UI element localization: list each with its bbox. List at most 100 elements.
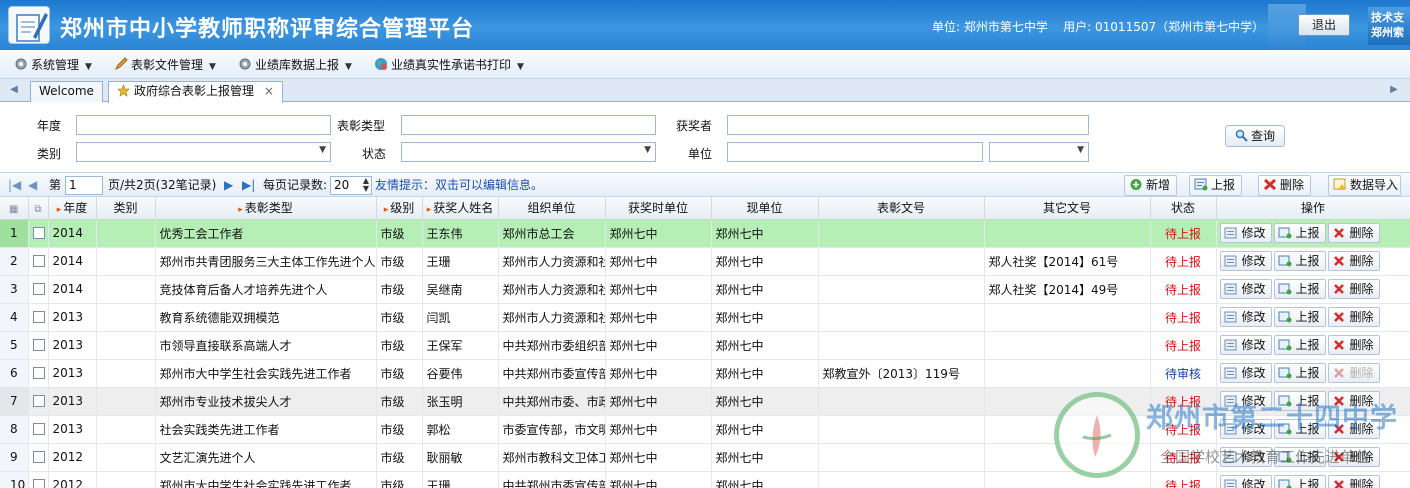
row-checkbox[interactable] bbox=[32, 227, 45, 239]
delete-button[interactable]: 删除 bbox=[1327, 475, 1380, 488]
delete-button[interactable]: 删除 bbox=[1327, 447, 1380, 467]
prev-page-icon[interactable]: ◀ bbox=[28, 177, 37, 193]
report-button[interactable]: 上报 bbox=[1273, 419, 1326, 439]
col-winner-name[interactable]: ▸ 获奖人姓名 bbox=[422, 197, 499, 220]
delete-button[interactable]: 删除 bbox=[1327, 307, 1380, 327]
menu-performance-data-report[interactable]: 业绩库数据上报 ▼ bbox=[238, 57, 352, 73]
row-checkbox-cell[interactable] bbox=[28, 415, 49, 444]
table-row[interactable]: 6 2013 郑州市大中学生社会实践先进工作者 市级 谷要伟 中共郑州市委宣传部 郑州七中郑… bbox=[0, 359, 1410, 388]
edit-button[interactable]: 修改 bbox=[1219, 307, 1272, 327]
tab-scroll-left-icon[interactable]: ◀ bbox=[6, 82, 22, 98]
row-checkbox[interactable] bbox=[32, 283, 45, 295]
delete-button[interactable]: 删除 bbox=[1327, 279, 1380, 299]
table-row[interactable]: 1 2014 优秀工会工作者 市级 王东伟 郑州市总工会 郑州七中 郑州七中 待上报 修改 上报 删除 bbox=[0, 219, 1410, 248]
delete-button[interactable]: 删除 bbox=[1327, 363, 1380, 383]
col-current-unit[interactable]: 现单位 bbox=[711, 197, 819, 220]
report-button[interactable]: 上报 bbox=[1273, 363, 1326, 383]
col-award-unit[interactable]: 获奖时单位 bbox=[605, 197, 712, 220]
report-button[interactable]: 上报 bbox=[1273, 391, 1326, 411]
row-checkbox[interactable] bbox=[32, 311, 45, 323]
edit-button[interactable]: 修改 bbox=[1219, 279, 1272, 299]
edit-button[interactable]: 修改 bbox=[1219, 391, 1272, 411]
menu-award-file-management[interactable]: 表彰文件管理 ▼ bbox=[114, 57, 216, 73]
edit-button[interactable]: 修改 bbox=[1219, 223, 1272, 243]
row-checkbox-cell[interactable] bbox=[28, 247, 49, 276]
row-checkbox-cell[interactable] bbox=[28, 275, 49, 304]
edit-button[interactable]: 修改 bbox=[1219, 335, 1272, 355]
delete-button[interactable]: 删除 bbox=[1327, 251, 1380, 271]
delete-button[interactable]: 删除 bbox=[1327, 223, 1380, 243]
col-award-type[interactable]: ▸ 表彰类型 bbox=[155, 197, 377, 220]
query-button[interactable]: 查询 bbox=[1225, 125, 1285, 147]
row-checkbox[interactable] bbox=[32, 255, 45, 267]
report-button[interactable]: 上报 bbox=[1273, 307, 1326, 327]
close-icon[interactable]: × bbox=[264, 84, 274, 98]
table-row[interactable]: 9 2012 文艺汇演先进个人 市级 耿丽敏 郑州市教科文卫体工 郑州七中 郑州七中 待上报 修改… bbox=[0, 443, 1410, 472]
delete-button[interactable]: 删除 bbox=[1327, 335, 1380, 355]
table-row[interactable]: 3 2014 竞技体育后备人才培养先进个人 市级 吴继南 郑州市人力资源和社 郑州七中 郑州七… bbox=[0, 275, 1410, 304]
next-page-icon[interactable]: ▶ bbox=[224, 177, 233, 193]
row-checkbox[interactable] bbox=[32, 367, 45, 379]
menu-system-management[interactable]: 系统管理 ▼ bbox=[14, 57, 92, 73]
row-checkbox[interactable] bbox=[32, 395, 45, 407]
row-checkbox-cell[interactable] bbox=[28, 331, 49, 360]
award-type-input[interactable] bbox=[401, 115, 656, 135]
report-button[interactable]: 上报 bbox=[1273, 475, 1326, 488]
report-button[interactable]: 上报 bbox=[1273, 447, 1326, 467]
logout-button[interactable]: 退出 bbox=[1298, 14, 1350, 36]
row-checkbox-cell[interactable] bbox=[28, 443, 49, 472]
edit-button[interactable]: 修改 bbox=[1219, 363, 1272, 383]
report-button[interactable]: 上报 bbox=[1189, 175, 1243, 196]
row-checkbox-cell[interactable] bbox=[28, 219, 49, 248]
menu-commitment-print[interactable]: 业绩真实性承诺书打印 ▼ bbox=[374, 57, 524, 73]
row-checkbox[interactable] bbox=[32, 451, 45, 463]
select-all-header[interactable]: ⧉ bbox=[28, 197, 49, 220]
tab-scroll-right-icon[interactable]: ▶ bbox=[1386, 82, 1402, 98]
col-status[interactable]: 状态 bbox=[1150, 197, 1217, 220]
report-button[interactable]: 上报 bbox=[1273, 335, 1326, 355]
table-row[interactable]: 10 2012 郑州市大中学生社会实践先进工作者 市级 王珊 中共郑州市委宣传部 郑州七中郑… bbox=[0, 471, 1410, 488]
col-year[interactable]: ▸ 年度 bbox=[48, 197, 97, 220]
row-checkbox-cell[interactable] bbox=[28, 387, 49, 416]
row-checkbox-cell[interactable] bbox=[28, 303, 49, 332]
edit-button[interactable]: 修改 bbox=[1219, 251, 1272, 271]
last-page-icon[interactable]: ▶| bbox=[242, 177, 255, 193]
spinner-icon[interactable]: ▲ ▼ bbox=[363, 177, 369, 193]
import-button[interactable]: 数据导入 bbox=[1328, 175, 1402, 196]
unit-input[interactable] bbox=[727, 142, 983, 162]
row-checkbox[interactable] bbox=[32, 423, 45, 435]
report-button[interactable]: 上报 bbox=[1273, 279, 1326, 299]
tab-welcome[interactable]: Welcome bbox=[30, 81, 103, 102]
table-row[interactable]: 8 2013 社会实践类先进工作者 市级 郭松 市委宣传部，市文明 郑州七中 郑州七中 待上报修… bbox=[0, 415, 1410, 444]
edit-button[interactable]: 修改 bbox=[1219, 475, 1272, 488]
delete-button[interactable]: 删除 bbox=[1327, 391, 1380, 411]
row-checkbox-cell[interactable] bbox=[28, 471, 49, 488]
unit-select[interactable]: ▼ bbox=[989, 142, 1089, 162]
row-checkbox-cell[interactable] bbox=[28, 359, 49, 388]
per-page-input[interactable]: 20 ▲ ▼ bbox=[330, 176, 372, 195]
add-button[interactable]: 新增 bbox=[1124, 175, 1178, 196]
table-row[interactable]: 5 2013 市领导直接联系高端人才 市级 王保军 中共郑州市委组织部 郑州七中 郑州七中 待上… bbox=[0, 331, 1410, 360]
first-page-icon[interactable]: |◀ bbox=[8, 177, 21, 193]
winner-input[interactable] bbox=[727, 115, 1089, 135]
report-button[interactable]: 上报 bbox=[1273, 251, 1326, 271]
table-row[interactable]: 4 2013 教育系统德能双拥模范 市级 闫凯 郑州市人力资源和社 郑州七中 郑州七中 待上报修… bbox=[0, 303, 1410, 332]
col-award-doc[interactable]: 表彰文号 bbox=[818, 197, 985, 220]
delete-button[interactable]: 删除 bbox=[1258, 175, 1312, 196]
edit-button[interactable]: 修改 bbox=[1219, 419, 1272, 439]
category-select[interactable]: ▼ bbox=[76, 142, 331, 162]
report-button[interactable]: 上报 bbox=[1273, 223, 1326, 243]
col-other-doc[interactable]: 其它文号 bbox=[984, 197, 1151, 220]
page-number-input[interactable]: 1 bbox=[65, 176, 103, 195]
edit-button[interactable]: 修改 bbox=[1219, 447, 1272, 467]
table-row[interactable]: 7 2013 郑州市专业技术拔尖人才 市级 张玉明 中共郑州市委、市政 郑州七中 郑州七中 待上… bbox=[0, 387, 1410, 416]
col-organizer[interactable]: 组织单位 bbox=[498, 197, 606, 220]
row-checkbox[interactable] bbox=[32, 339, 45, 351]
tab-gov-award-report[interactable]: 政府综合表彰上报管理 × bbox=[108, 81, 283, 103]
status-select[interactable]: ▼ bbox=[401, 142, 656, 162]
delete-button[interactable]: 删除 bbox=[1327, 419, 1380, 439]
col-category[interactable]: 类别 bbox=[96, 197, 156, 220]
row-checkbox[interactable] bbox=[32, 479, 45, 488]
year-input[interactable] bbox=[76, 115, 331, 135]
col-level[interactable]: ▸ 级别 bbox=[376, 197, 423, 220]
